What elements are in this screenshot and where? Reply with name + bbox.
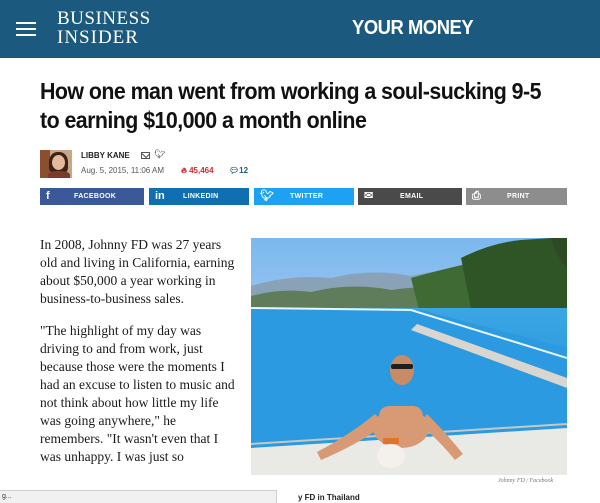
site-header: BUSINESS INSIDER YOUR MONEY (0, 0, 600, 58)
fire-icon: 🔥︎ (181, 166, 187, 175)
envelope-icon: ✉ (364, 190, 374, 202)
comment-bubble-icon: 💬︎ (229, 166, 240, 175)
share-email-button[interactable]: ✉ EMAIL (358, 188, 462, 205)
photo-credit: Johnny FD / Facebook (498, 478, 554, 484)
photo-caption: y FD in Thailand (298, 493, 360, 502)
print-button[interactable]: ⎙ PRINT (466, 188, 567, 205)
logo-line-1: BUSINESS (57, 8, 151, 29)
logo-line-2: INSIDER (57, 27, 139, 48)
printer-icon: ⎙ (472, 190, 481, 202)
article-headline: How one man went from working a soul-suc… (40, 78, 541, 133)
mail-icon[interactable] (141, 152, 150, 159)
author-name[interactable]: LIBBY KANE (81, 151, 130, 160)
twitter-icon: 🐦︎ (260, 190, 274, 202)
facebook-icon: f (46, 190, 50, 202)
twitter-bird-icon[interactable]: 🐦︎ (154, 149, 165, 160)
share-twitter-button[interactable]: 🐦︎ TWITTER (254, 188, 354, 205)
author-avatar[interactable] (40, 150, 72, 178)
article-photo[interactable] (251, 238, 567, 475)
views-count: 🔥︎ 45,464 (181, 166, 214, 175)
paragraph: "The highlight of my day was driving to … (40, 323, 235, 464)
paragraph: In 2008, Johnny FD was 27 years old and … (40, 237, 235, 306)
share-linkedin-button[interactable]: in LINKEDIN (149, 188, 249, 205)
share-facebook-button[interactable]: f FACEBOOK (40, 188, 144, 205)
hamburger-menu-icon[interactable] (16, 22, 36, 36)
browser-status-bar: g... (0, 490, 277, 503)
article-body: In 2008, Johnny FD was 27 years old and … (40, 236, 240, 480)
section-title[interactable]: YOUR MONEY (352, 17, 474, 40)
comments-count[interactable]: 💬︎12 (229, 166, 248, 175)
linkedin-icon: in (155, 190, 165, 202)
site-logo[interactable]: BUSINESS INSIDER (57, 9, 151, 47)
publish-date: Aug. 5, 2015, 11:06 AM (81, 166, 165, 175)
